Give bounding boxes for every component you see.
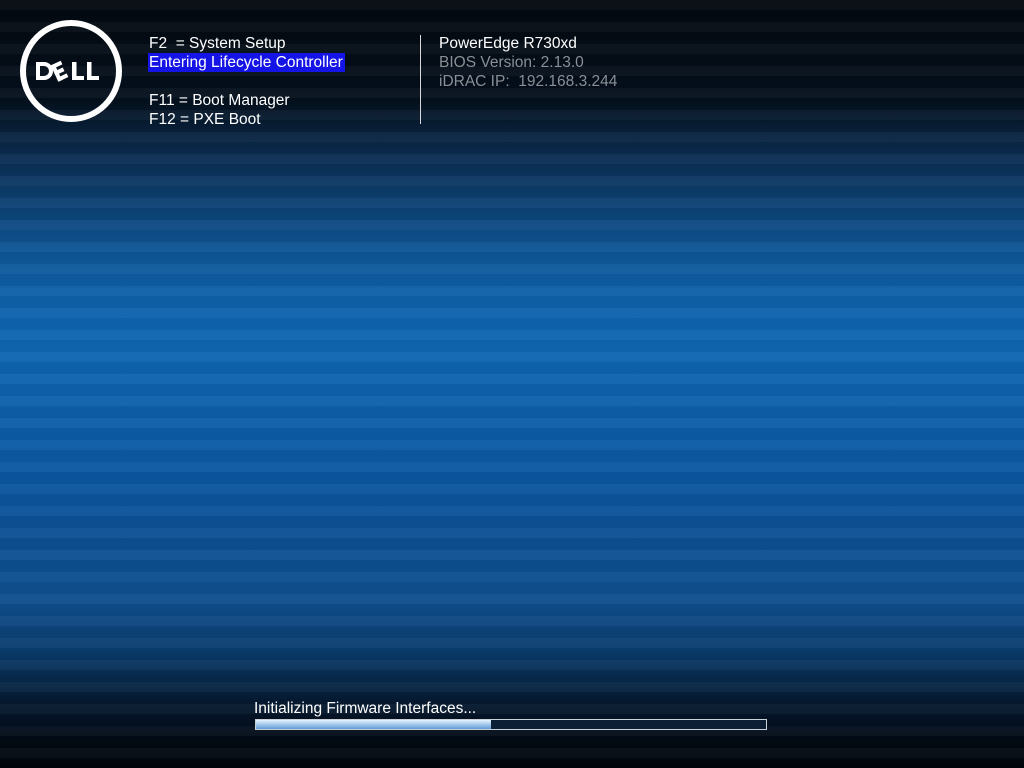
progress-bar — [255, 719, 767, 730]
column-divider — [420, 35, 421, 124]
dell-logo-mark — [36, 60, 99, 82]
system-model: PowerEdge R730xd — [439, 35, 577, 52]
lifecycle-controller-status: Entering Lifecycle Controller — [148, 53, 345, 72]
progress-bar-fill — [256, 720, 491, 729]
idrac-ip: iDRAC IP: 192.168.3.244 — [439, 73, 618, 90]
dell-logo — [20, 20, 122, 122]
progress-status-text: Initializing Firmware Interfaces... — [254, 700, 477, 717]
boot-screen: { "brand": { "logo_text": "DELL" }, "hot… — [0, 0, 1024, 768]
bios-version: BIOS Version: 2.13.0 — [439, 54, 584, 71]
f2-system-setup-option[interactable]: F2 = System Setup — [149, 34, 286, 53]
f11-boot-manager-option[interactable]: F11 = Boot Manager — [149, 91, 290, 110]
f12-pxe-boot-option[interactable]: F12 = PXE Boot — [149, 110, 261, 129]
